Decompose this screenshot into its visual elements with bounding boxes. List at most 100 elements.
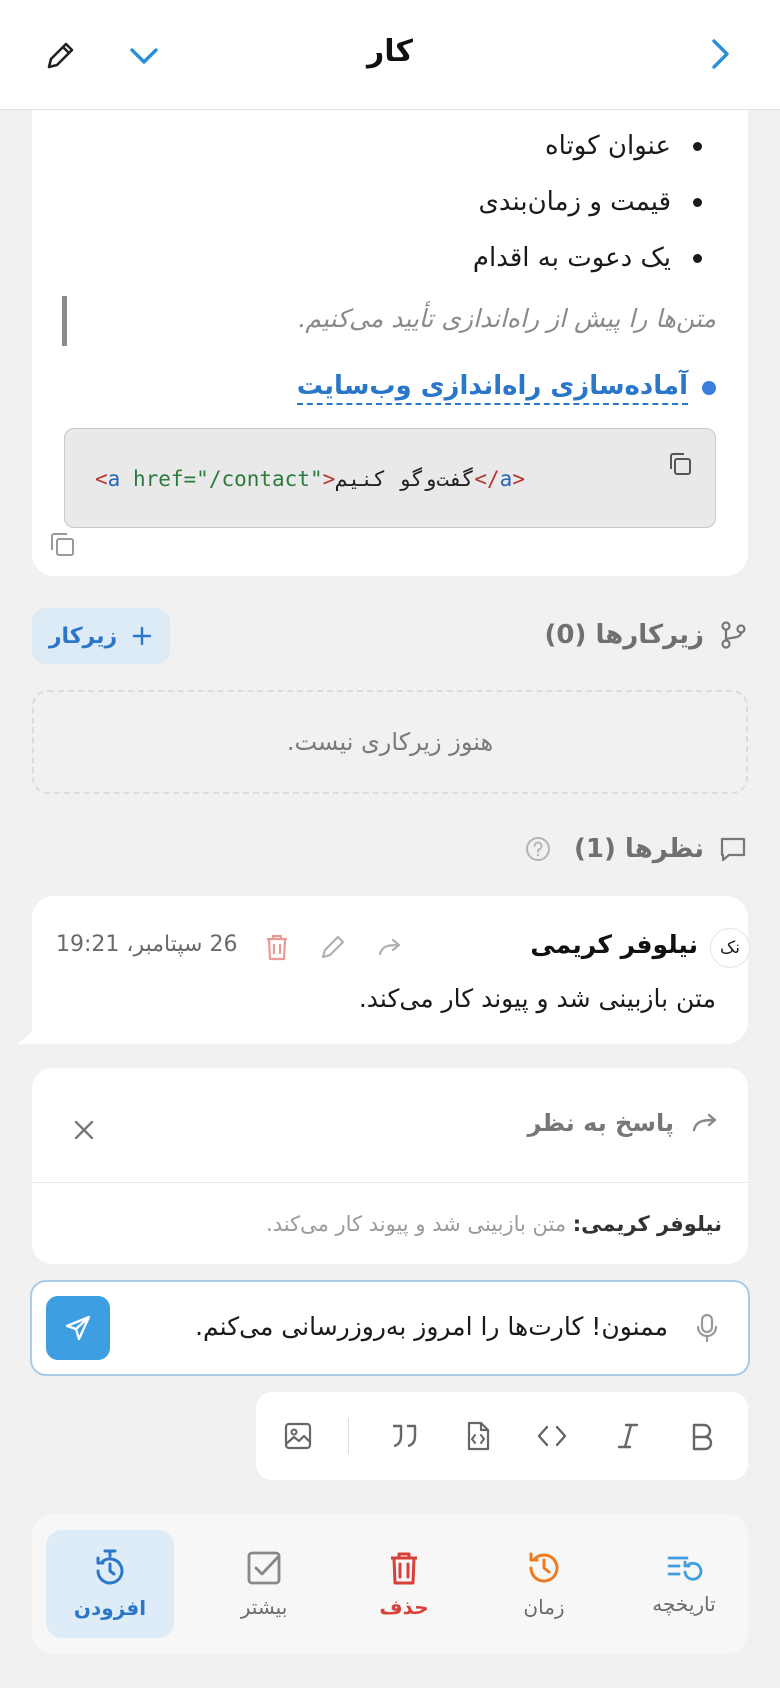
add-subtask-button[interactable]: زیرکار (32, 608, 170, 664)
plus-icon (132, 626, 152, 646)
code-token: > (512, 467, 525, 491)
time-button[interactable]: زمان (480, 1530, 608, 1638)
task-link-item: آماده‌سازی راه‌اندازی وب‌سایت (296, 368, 716, 408)
blockquote: متن‌ها را پیش از راه‌اندازی تأیید می‌کنی… (62, 296, 716, 346)
timer-add-icon (96, 1549, 124, 1585)
add-button[interactable]: افزودن (46, 1530, 174, 1638)
voice-input-button[interactable] (690, 1310, 724, 1346)
copy-code-button[interactable] (663, 447, 697, 481)
list-item-text: عنوان کوتاه (545, 131, 671, 161)
trash-icon (391, 1552, 417, 1585)
italic-button[interactable] (606, 1414, 650, 1458)
delete-label: حذف (379, 1595, 429, 1619)
copy-icon (670, 453, 691, 475)
copy-description-button[interactable] (44, 526, 80, 562)
code-token: href= (120, 467, 197, 491)
comment-item (32, 896, 748, 1044)
image-icon (284, 1422, 312, 1450)
code-block-button[interactable] (456, 1414, 500, 1458)
code-file-icon (467, 1421, 490, 1451)
reply-quoted-comment: نیلوفر کریمی: متن بازبینی شد و پیوند کار… (266, 1212, 722, 1236)
send-icon (65, 1315, 91, 1341)
subtasks-empty-state: هنوز زیرکاری نیست. (32, 690, 748, 794)
cancel-reply-button[interactable] (66, 1112, 102, 1148)
bullet-dot (693, 141, 702, 151)
reply-arrow-icon (378, 938, 401, 956)
list-item: قیمت و زمان‌بندی (478, 182, 702, 222)
task-link[interactable]: آماده‌سازی راه‌اندازی وب‌سایت (296, 371, 688, 405)
add-subtask-label: زیرکار (48, 623, 118, 649)
comment-input-value: ممنون! کارت‌ها را امروز به‌روزرسانی می‌ک… (195, 1312, 668, 1341)
bullet-dot (693, 197, 702, 207)
help-icon[interactable] (524, 835, 552, 863)
list-item: عنوان کوتاه (545, 126, 702, 166)
reply-title-text: پاسخ به نظر (527, 1109, 674, 1137)
top-bar: کار (0, 0, 780, 110)
reply-title: پاسخ به نظر (527, 1108, 720, 1138)
pencil-icon (47, 42, 74, 69)
divider (32, 1182, 748, 1183)
format-toolbar (256, 1392, 748, 1480)
quote-icon (393, 1424, 417, 1448)
empty-state-text: هنوز زیرکاری نیست. (286, 728, 494, 756)
code-token: </ (474, 467, 500, 491)
subtasks-label: زیرکارها (0) (544, 620, 704, 650)
collapse-button[interactable] (124, 36, 164, 76)
reply-arrow-icon (692, 1113, 717, 1132)
more-label: بیشتر (240, 1595, 288, 1619)
clock-history-icon (529, 1552, 559, 1583)
code-token: a (499, 467, 513, 491)
checkbox-icon (247, 1551, 281, 1585)
comment-author: نیلوفر کریمی (530, 930, 698, 959)
code-token: > (322, 467, 336, 491)
reply-comment-button[interactable] (372, 930, 408, 966)
microphone-icon (696, 1313, 718, 1343)
code-icon (537, 1425, 567, 1447)
edit-comment-button[interactable] (314, 928, 352, 966)
bold-icon (692, 1423, 713, 1451)
code-block: <a href="/contact">گفت‌وگو کنیم</a> (64, 428, 716, 528)
pencil-icon (321, 935, 345, 959)
add-label: افزودن (73, 1596, 147, 1620)
comment-timestamp: 26 سپتامبر، 19:21 (56, 932, 238, 957)
branch-icon (721, 621, 746, 649)
list-item-text: قیمت و زمان‌بندی (478, 187, 672, 217)
delete-comment-button[interactable] (258, 928, 296, 966)
chevron-down-icon (130, 48, 158, 64)
delete-task-button[interactable]: حذف (340, 1530, 468, 1638)
list-item: یک دعوت به اقدام (473, 238, 702, 278)
insert-image-button[interactable] (276, 1414, 320, 1458)
reply-context-panel: پاسخ به نظر نیلوفر کریمی: متن بازبینی شد… (32, 1068, 748, 1264)
quoted-author: نیلوفر کریمی: (572, 1212, 722, 1236)
comments-header: نظرها (1) (524, 834, 748, 864)
history-label: تاریخچه (652, 1592, 716, 1616)
code-token: "/contact" (196, 467, 323, 491)
blockquote-text: متن‌ها را پیش از راه‌اندازی تأیید می‌کنی… (297, 304, 716, 333)
comment-input[interactable]: ممنون! کارت‌ها را امروز به‌روزرسانی می‌ک… (30, 1280, 750, 1376)
comments-label: نظرها (1) (574, 834, 704, 864)
more-button[interactable]: بیشتر (200, 1530, 328, 1638)
bottom-action-bar: تاریخچه زمان حذف بیشتر افزودن (32, 1514, 748, 1654)
inline-code-button[interactable] (530, 1414, 574, 1458)
subtasks-header: زیرکارها (0) (545, 620, 748, 650)
history-button[interactable]: تاریخچه (620, 1530, 748, 1638)
bullet-dot (693, 253, 702, 263)
send-button[interactable] (46, 1296, 110, 1360)
code-token: < (95, 467, 108, 491)
bold-button[interactable] (680, 1414, 724, 1458)
close-icon (74, 1120, 94, 1140)
toolbar-divider (348, 1418, 349, 1454)
trash-icon (267, 934, 287, 961)
code-text: <a href="/contact">گفت‌وگو کنیم</a> (95, 467, 525, 491)
quoted-text: متن بازبینی شد و پیوند کار می‌کند. (266, 1212, 567, 1236)
edit-title-button[interactable] (40, 36, 80, 76)
avatar: نک (710, 928, 750, 968)
copy-icon (51, 533, 74, 556)
italic-icon (617, 1423, 639, 1449)
status-dot (702, 381, 716, 395)
quote-button[interactable] (382, 1414, 426, 1458)
list-item-text: یک دعوت به اقدام (472, 243, 671, 273)
code-token: گفت‌وگو کنیم (335, 467, 475, 491)
time-label: زمان (523, 1595, 565, 1619)
comment-text: متن بازبینی شد و پیوند کار می‌کند. (358, 984, 716, 1013)
